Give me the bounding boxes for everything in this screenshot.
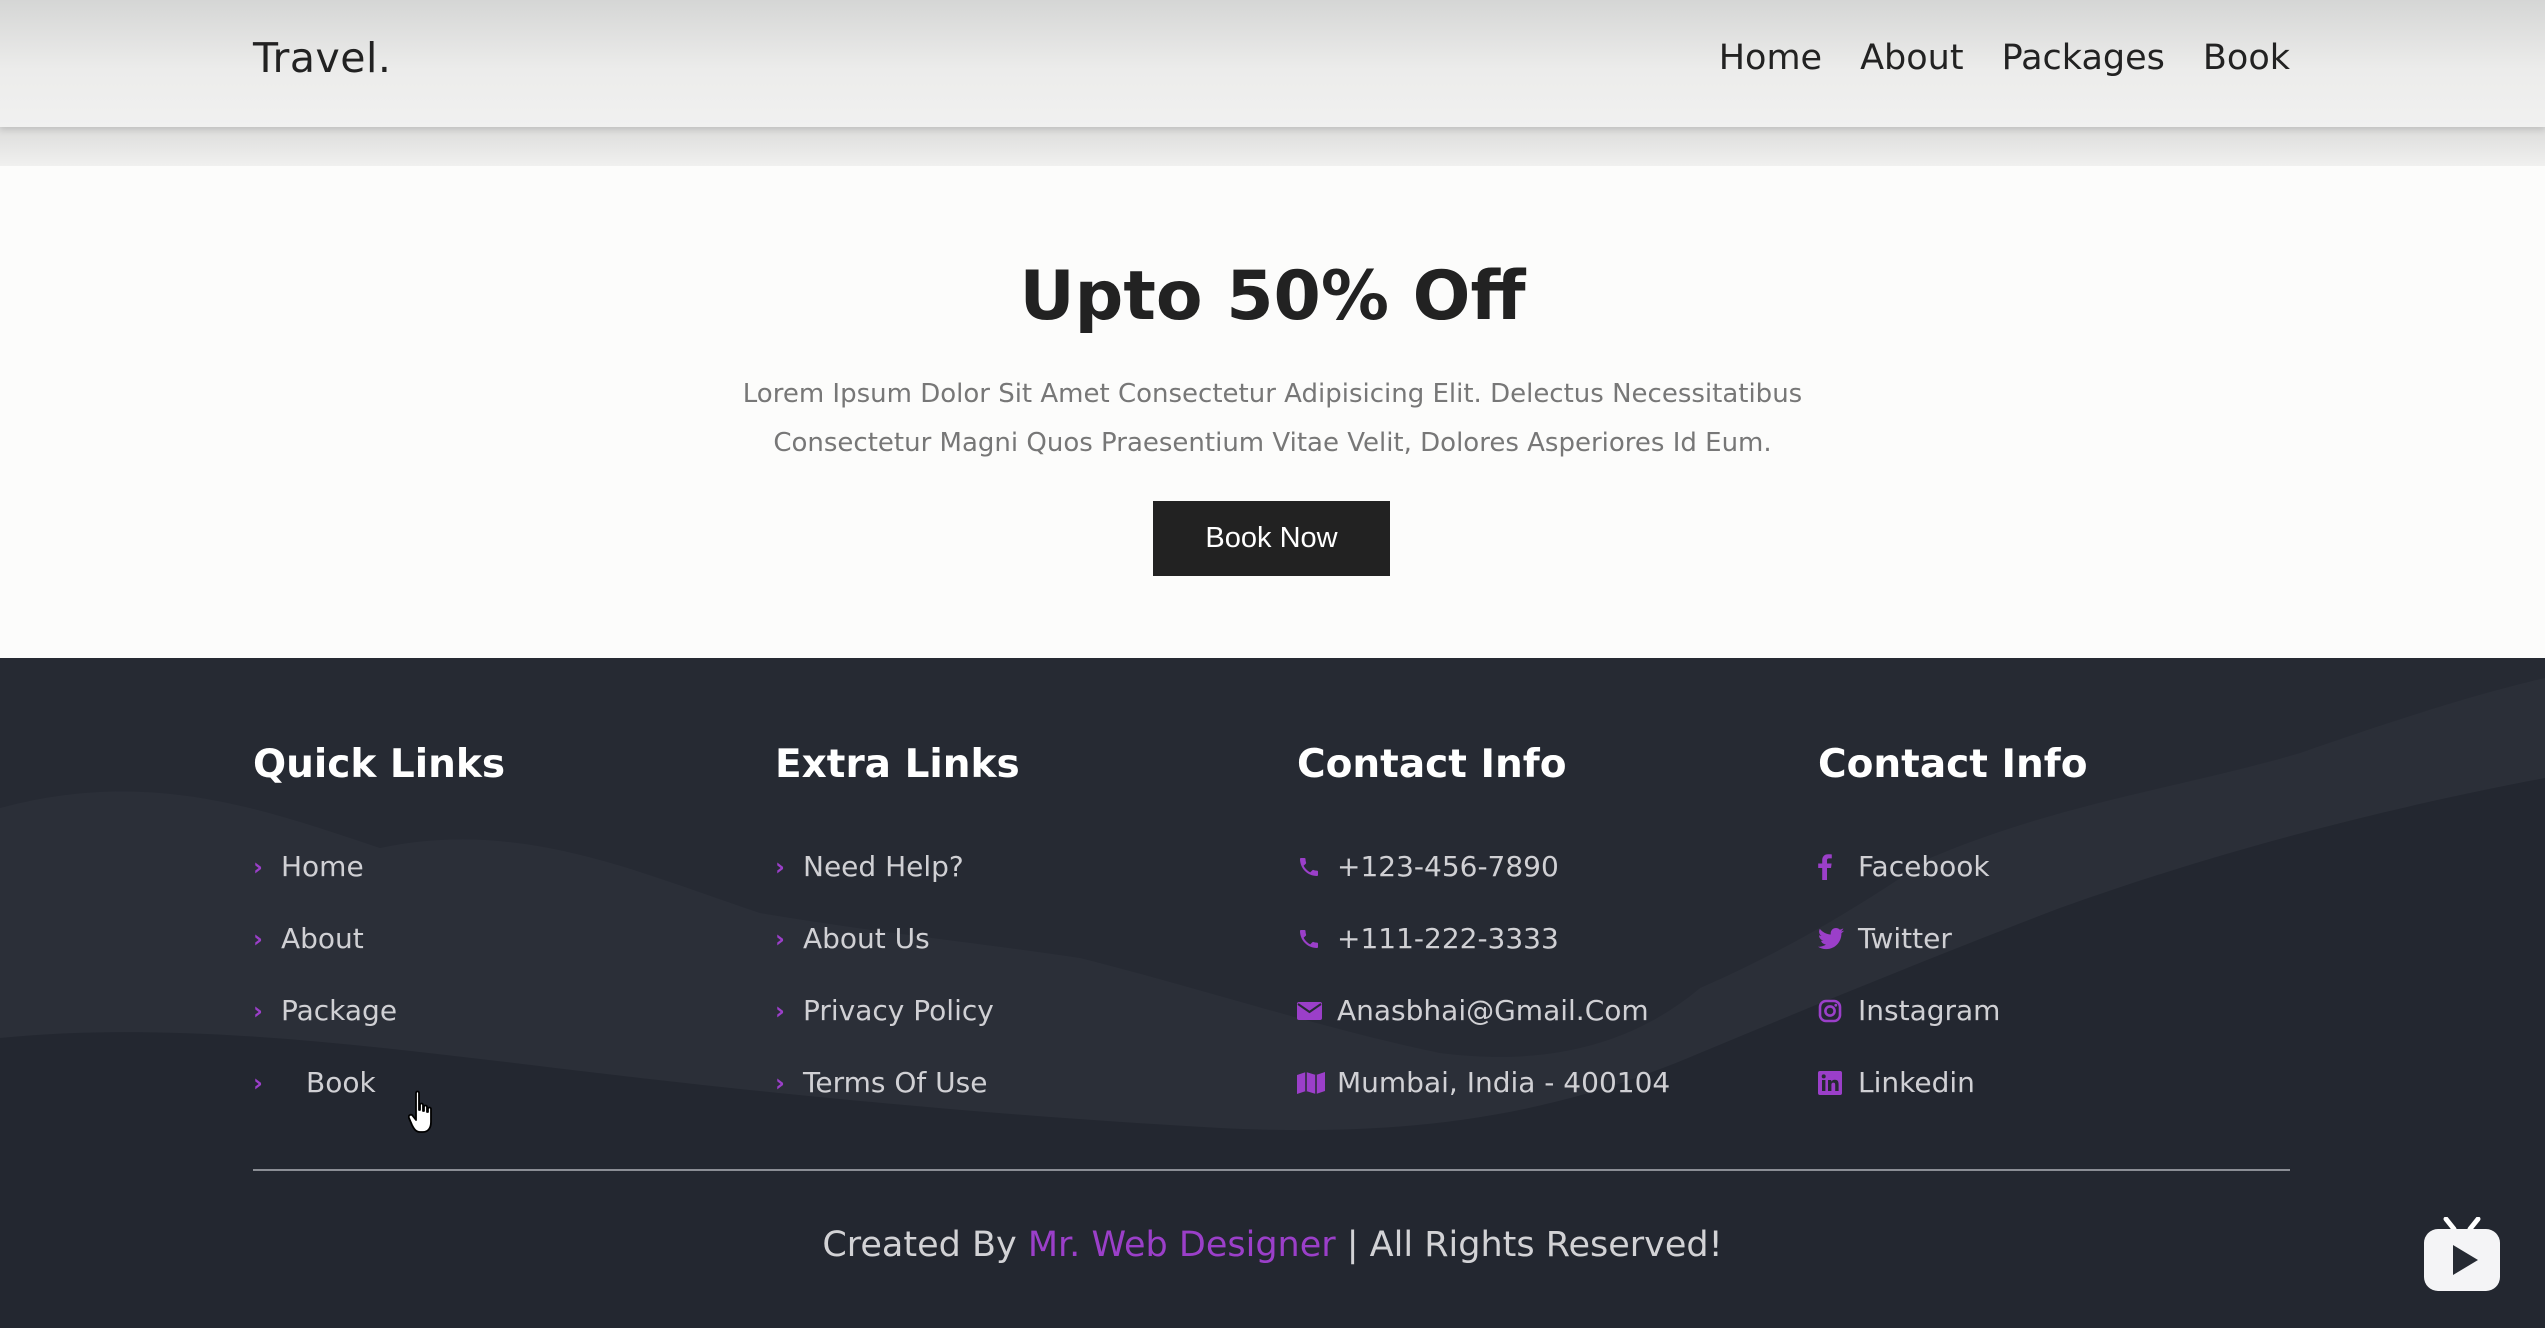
extra-link-need-help[interactable]: › Need Help?: [775, 850, 994, 922]
map-icon: [1297, 1066, 1325, 1100]
header-shadow-band: [0, 127, 2545, 166]
extra-links-list: › Need Help? › About Us › Privacy Policy › T…: [775, 850, 994, 1138]
linkedin-icon: [1818, 1066, 1846, 1100]
chevron-right-icon: ›: [253, 1069, 263, 1097]
chevron-right-icon: ›: [775, 1069, 785, 1097]
phone-icon: [1297, 850, 1325, 884]
extra-link-privacy-policy[interactable]: › Privacy Policy: [775, 994, 994, 1066]
social-list: Facebook Twitter Instagram Linkedin: [1818, 850, 2000, 1138]
quick-links-list: › Home › About › Package › Book: [253, 850, 397, 1138]
offer-title: Upto 50% Off: [1019, 257, 1526, 336]
credit-suffix: | All Rights Reserved!: [1335, 1225, 1723, 1265]
chevron-right-icon: ›: [253, 853, 263, 881]
chevron-right-icon: ›: [253, 925, 263, 953]
nav-links: Home About Packages Book: [1719, 38, 2290, 78]
quick-links-heading: Quick Links: [253, 742, 506, 787]
phone-icon: [1297, 922, 1325, 956]
social-linkedin[interactable]: Linkedin: [1818, 1066, 2000, 1138]
twitter-icon: [1818, 922, 1846, 956]
contact-info-heading: Contact Info: [1297, 742, 1567, 787]
quick-link-about[interactable]: › About: [253, 922, 397, 994]
chevron-right-icon: ›: [253, 997, 263, 1025]
offer-description-line-1: Lorem Ipsum Dolor Sit Amet Consectetur A…: [742, 379, 1803, 409]
extra-links-heading: Extra Links: [775, 742, 1020, 787]
contact-email[interactable]: Anasbhai@Gmail.Com: [1297, 994, 1670, 1066]
contact-phone-2[interactable]: +111-222-3333: [1297, 922, 1670, 994]
nav-link-book[interactable]: Book: [2203, 38, 2290, 78]
offer-description-line-2: Consectetur Magni Quos Praesentium Vitae…: [773, 428, 1772, 458]
contact-address[interactable]: Mumbai, India - 400104: [1297, 1066, 1670, 1138]
instagram-icon: [1818, 994, 1846, 1028]
chevron-right-icon: ›: [775, 925, 785, 953]
credit-prefix: Created By: [822, 1225, 1028, 1265]
social-facebook[interactable]: Facebook: [1818, 850, 2000, 922]
chevron-right-icon: ›: [775, 853, 785, 881]
social-heading: Contact Info: [1818, 742, 2088, 787]
footer-divider: [253, 1169, 2290, 1171]
hand-pointer-cursor-icon: [407, 1090, 438, 1140]
nav-link-home[interactable]: Home: [1719, 38, 1822, 78]
extra-link-about-us[interactable]: › About Us: [775, 922, 994, 994]
credit-author-link[interactable]: Mr. Web Designer: [1028, 1225, 1336, 1265]
facebook-icon: [1818, 850, 1846, 884]
logo[interactable]: Travel.: [253, 34, 391, 82]
copyright-credit: Created By Mr. Web Designer | All Rights…: [0, 1225, 2545, 1265]
nav-link-about[interactable]: About: [1860, 38, 1963, 78]
book-now-button[interactable]: Book Now: [1153, 501, 1390, 576]
quick-link-home[interactable]: › Home: [253, 850, 397, 922]
contact-info-list: +123-456-7890 +111-222-3333 Anasbhai@Gma…: [1297, 850, 1670, 1138]
envelope-icon: [1297, 994, 1325, 1028]
quick-link-package[interactable]: › Package: [253, 994, 397, 1066]
offer-section: Upto 50% Off Lorem Ipsum Dolor Sit Amet …: [0, 166, 2545, 658]
footer: Quick Links › Home › About › Package › Book …: [0, 658, 2545, 1328]
social-instagram[interactable]: Instagram: [1818, 994, 2000, 1066]
social-twitter[interactable]: Twitter: [1818, 922, 2000, 994]
video-play-badge-icon[interactable]: [2422, 1216, 2502, 1293]
offer-description: Lorem Ipsum Dolor Sit Amet Consectetur A…: [0, 370, 2545, 468]
extra-link-terms-of-use[interactable]: › Terms Of Use: [775, 1066, 994, 1138]
contact-phone-1[interactable]: +123-456-7890: [1297, 850, 1670, 922]
navbar: Travel. Home About Packages Book: [0, 0, 2545, 127]
quick-link-book[interactable]: › Book: [253, 1066, 397, 1138]
nav-link-packages[interactable]: Packages: [2002, 38, 2165, 78]
chevron-right-icon: ›: [775, 997, 785, 1025]
